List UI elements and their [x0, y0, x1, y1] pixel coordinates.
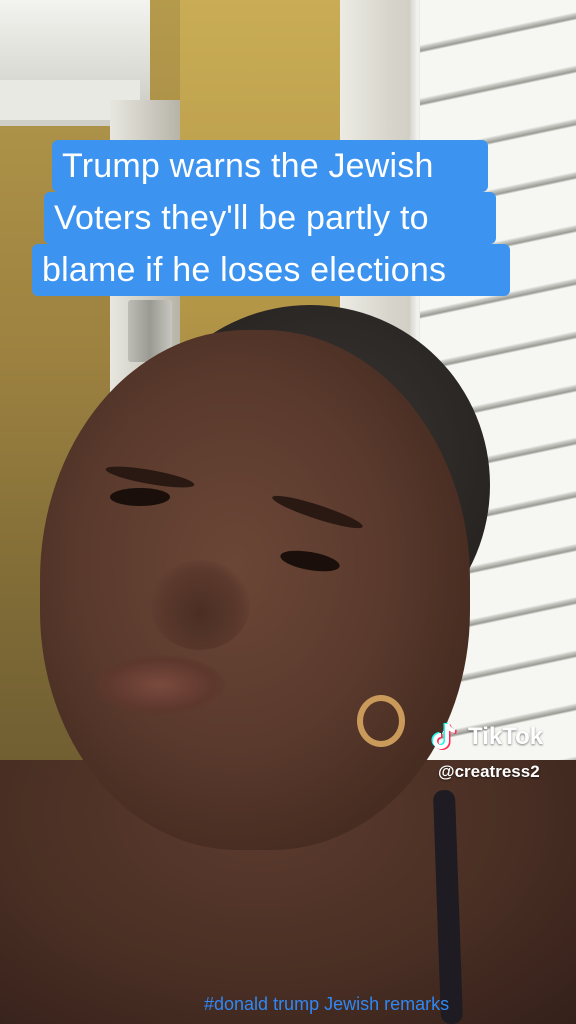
caption-line-2: Voters they'll be partly to — [44, 192, 496, 244]
caption-line-3: blame if he loses elections — [32, 244, 510, 296]
tiktok-watermark: TikTok — [428, 720, 543, 754]
tiktok-note-icon — [428, 720, 462, 754]
tiktok-brand-text: TikTok — [468, 723, 544, 750]
mouth — [95, 655, 225, 715]
creator-handle: @creatress2 — [438, 762, 540, 781]
caption-line-1: Trump warns the Jewish — [52, 140, 488, 192]
nose — [150, 560, 250, 650]
face — [40, 330, 470, 850]
hashtag-caption[interactable]: #donald trump Jewish remarks — [204, 994, 449, 1015]
left-eye — [110, 488, 170, 506]
hoop-earring — [357, 695, 405, 747]
